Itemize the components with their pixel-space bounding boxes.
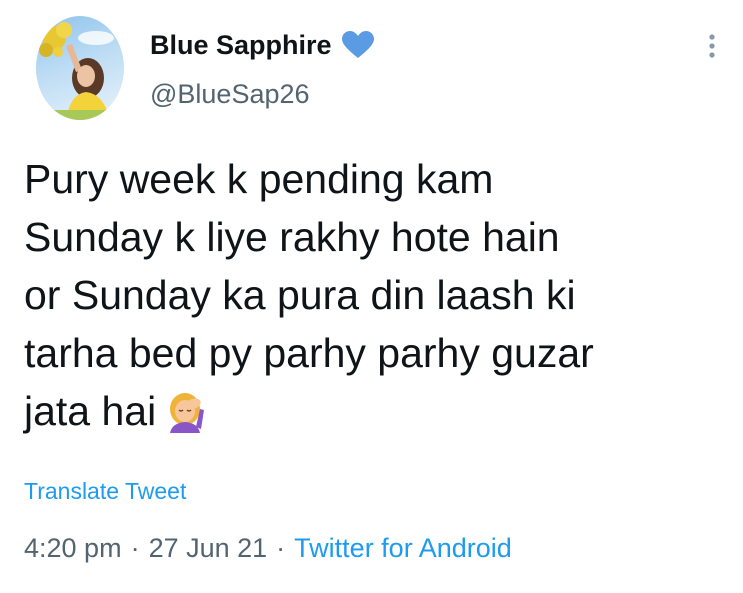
avatar[interactable] xyxy=(36,16,124,120)
woman-facepalming-icon xyxy=(166,390,208,433)
tweet-time[interactable]: 4:20 pm xyxy=(24,533,122,564)
translate-tweet-link[interactable]: Translate Tweet xyxy=(24,478,186,505)
more-vertical-icon[interactable] xyxy=(700,30,724,62)
author-handle[interactable]: @BlueSap26 xyxy=(150,79,310,110)
tweet-date[interactable]: 27 Jun 21 xyxy=(149,533,268,564)
blue-heart-icon xyxy=(341,31,374,59)
tweet-meta: 4:20 pm · 27 Jun 21 · Twitter for Androi… xyxy=(24,533,512,564)
author-row: Blue Sapphire xyxy=(150,28,374,62)
tweet-card: Blue Sapphire @BlueSap26 Pury week k pen… xyxy=(0,0,743,593)
meta-separator: · xyxy=(276,533,286,563)
meta-separator: · xyxy=(130,533,140,563)
profile-photo-icon xyxy=(36,22,124,120)
tweet-text-body: Pury week k pending kam Sunday k liye ra… xyxy=(24,156,594,434)
display-name[interactable]: Blue Sapphire xyxy=(150,30,332,61)
tweet-text: Pury week k pending kam Sunday k liye ra… xyxy=(24,150,724,440)
tweet-source-link[interactable]: Twitter for Android xyxy=(294,533,512,564)
